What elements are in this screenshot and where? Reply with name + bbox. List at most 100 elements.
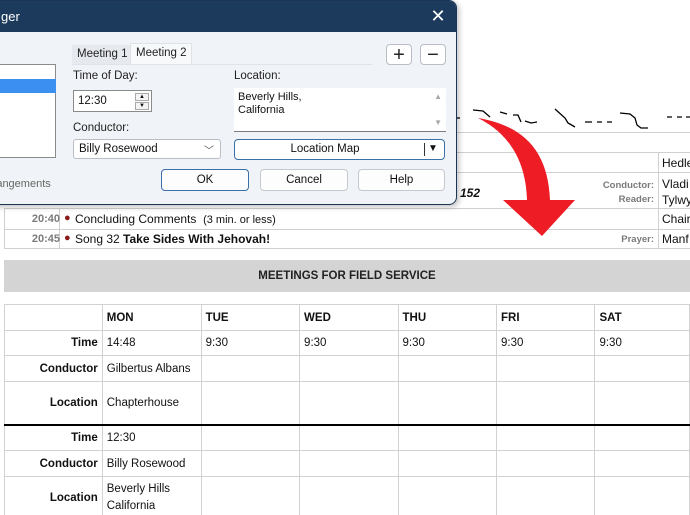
remove-meeting-button[interactable]: −: [420, 44, 446, 65]
empty-cell: [495, 476, 596, 515]
location-cell: Chapterhouse: [101, 381, 202, 425]
empty-cell: [495, 381, 596, 425]
empty-cell: [397, 355, 498, 382]
row-label-conductor: Conductor: [4, 450, 103, 477]
empty-cell: [200, 423, 301, 451]
cancel-button[interactable]: Cancel: [260, 169, 348, 191]
empty-cell: [299, 450, 399, 477]
spin-up-icon[interactable]: ▲: [135, 93, 149, 101]
list-item-selected[interactable]: [0, 79, 56, 93]
red-arrow-icon: [478, 118, 575, 236]
time-cell: 9:30: [397, 330, 498, 356]
conductor-role-label: Conductor:: [602, 180, 654, 191]
plus-icon: +: [393, 43, 405, 66]
meeting-manager-dialog: ger ✕ rrangements Meeting 1 Meeting 2 + …: [0, 0, 457, 205]
location-line: California: [106, 499, 156, 512]
spin-down-icon[interactable]: ▼: [135, 102, 149, 110]
conductor-cell: Billy Rosewood: [101, 450, 202, 477]
empty-cell: [200, 450, 301, 477]
empty-cell: [397, 423, 498, 451]
empty-cell: [200, 476, 301, 515]
help-button[interactable]: Help: [358, 169, 445, 191]
empty-cell: [299, 423, 399, 451]
location-value: Beverly Hills, California: [238, 91, 302, 116]
conductor-select[interactable]: Billy Rosewood ﹀: [73, 139, 221, 159]
empty-cell: [594, 423, 690, 451]
time-cell: 9:30: [594, 330, 690, 356]
table-row: Time 14:48 9:30 9:30 9:30 9:30 9:30: [4, 330, 690, 356]
program-time: 20:45: [31, 233, 60, 245]
field-service-table: MON TUE WED THU FRI SAT Time 14:48 9:30 …: [4, 304, 690, 515]
program-time: 20:40: [31, 213, 60, 225]
table-row: Location Beverly Hills California: [4, 476, 690, 515]
field-service-heading: MEETINGS FOR FIELD SERVICE: [4, 260, 690, 292]
program-item-title: Concluding Comments: [75, 212, 197, 226]
dropdown-arrow-icon[interactable]: ▼: [428, 143, 438, 154]
time-of-day-spinner[interactable]: 12:30 ▲ ▼: [73, 90, 152, 112]
table-header-row: MON TUE WED THU FRI SAT: [4, 304, 690, 331]
conductor-value: Billy Rosewood: [79, 143, 158, 155]
day-header-fri: FRI: [495, 304, 596, 331]
time-of-day-value: 12:30: [78, 95, 107, 107]
song-number: Song 32: [75, 232, 124, 246]
empty-cell: [594, 476, 690, 515]
dialog-title: ger: [1, 9, 20, 24]
day-header-thu: THU: [397, 304, 498, 331]
conductor-label: Conductor:: [73, 122, 130, 134]
tab-meeting-2[interactable]: Meeting 2: [130, 43, 192, 65]
dialog-titlebar[interactable]: ger ✕: [0, 1, 456, 32]
table-row: Conductor Billy Rosewood: [4, 450, 690, 477]
tab-meeting-1[interactable]: Meeting 1: [72, 45, 130, 65]
row-label-conductor: Conductor: [4, 355, 103, 382]
table-row: Time 12:30: [4, 423, 690, 451]
table-row: Location Chapterhouse: [4, 381, 690, 425]
scroll-up-icon[interactable]: ▲: [434, 92, 442, 101]
location-map-label: Location Map: [290, 143, 360, 155]
day-header-sat: SAT: [594, 304, 690, 331]
program-row: 20:40 ● Concluding Comments (3 min. or l…: [4, 209, 690, 229]
role-name-partial: Hedle: [662, 156, 690, 170]
day-header-mon: MON: [101, 304, 202, 331]
empty-cell: [299, 381, 399, 425]
reader-role-label: Reader:: [618, 194, 654, 205]
chevron-down-icon: ﹀: [204, 146, 214, 157]
empty-cell: [495, 450, 596, 477]
empty-cell: [495, 423, 596, 451]
empty-cell: [397, 476, 498, 515]
bullet-icon: ●: [64, 232, 71, 244]
location-cell: Beverly Hills California: [101, 476, 202, 515]
location-line: Beverly Hills: [106, 482, 171, 495]
conductor-cell: Gilbertus Albans: [101, 355, 202, 382]
scroll-down-icon[interactable]: ▼: [434, 118, 442, 127]
empty-cell: [397, 450, 498, 477]
program-item-note: (3 min. or less): [203, 214, 276, 226]
day-header-tue: TUE: [200, 304, 301, 331]
ok-button[interactable]: OK: [161, 169, 249, 191]
table-row: Conductor Gilbertus Albans: [4, 355, 690, 382]
location-map-button[interactable]: Location Map ▼: [234, 139, 445, 160]
row-label-location: Location: [4, 381, 103, 425]
split-separator: [424, 143, 425, 156]
arrangements-list[interactable]: [0, 64, 56, 158]
close-icon[interactable]: ✕: [426, 5, 450, 27]
empty-cell: [200, 355, 301, 382]
location-textarea[interactable]: Beverly Hills, California ▲ ▼: [234, 88, 446, 132]
bullet-icon: ●: [64, 212, 71, 224]
add-meeting-button[interactable]: +: [386, 44, 412, 65]
time-cell: 9:30: [200, 330, 301, 356]
time-cell: 14:48: [101, 330, 202, 356]
time-cell: 9:30: [299, 330, 399, 356]
program-text: Song 32 Take Sides With Jehovah!: [75, 232, 270, 246]
empty-cell: [594, 381, 690, 425]
minus-icon: −: [427, 43, 439, 66]
empty-cell: [200, 381, 301, 425]
conductor-role-name: Vladi: [662, 177, 689, 191]
empty-cell: [594, 355, 690, 382]
empty-cell: [594, 450, 690, 477]
time-cell: 12:30: [101, 423, 202, 451]
song-title: Take Sides With Jehovah!: [123, 232, 271, 246]
program-text: Concluding Comments (3 min. or less): [75, 212, 276, 226]
list-item[interactable]: [0, 65, 56, 79]
day-header-wed: WED: [299, 304, 399, 331]
program-row: 20:45 ● Song 32 Take Sides With Jehovah!: [4, 229, 690, 249]
